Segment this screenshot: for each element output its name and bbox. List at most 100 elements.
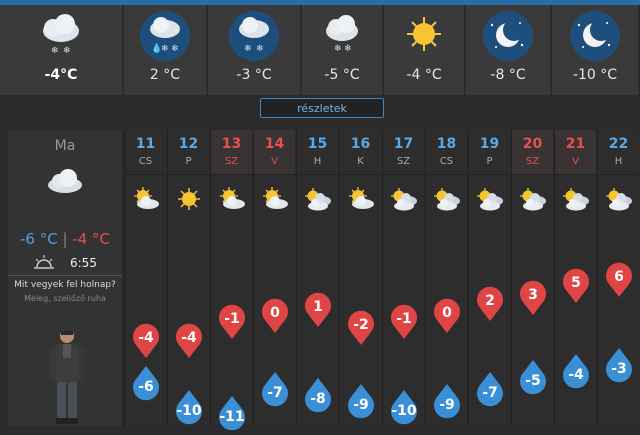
hourly-slot[interactable]: ❄ ❄ -5 °C bbox=[302, 5, 382, 95]
today-min-temp: -6 °C bbox=[19, 230, 58, 248]
day-column[interactable]: 11 CS -4 -6 bbox=[124, 130, 166, 426]
min-temp-drop: -8 bbox=[304, 377, 332, 413]
max-temp-value: -2 bbox=[353, 317, 369, 333]
min-temp-value: -7 bbox=[267, 385, 283, 401]
max-temp-value: -1 bbox=[396, 311, 412, 327]
min-temp-value: -10 bbox=[391, 403, 417, 419]
day-column[interactable]: 18 CS 0 -9 bbox=[425, 130, 467, 426]
max-temp-pin: 3 bbox=[519, 280, 547, 316]
today-temps: -6 °C | -4 °C bbox=[8, 230, 122, 248]
sun-clouds-icon bbox=[391, 188, 417, 211]
sunrise-icon bbox=[34, 255, 54, 269]
details-button[interactable]: részletek bbox=[260, 98, 384, 118]
hourly-temp: -4°C bbox=[44, 67, 78, 83]
hourly-slot[interactable]: 💧 ❄ ❄ 2 °C bbox=[124, 5, 206, 95]
min-temp-drop: -3 bbox=[605, 347, 633, 383]
weekday-abbr: CS bbox=[439, 156, 454, 167]
weekday-abbr: SZ bbox=[525, 156, 540, 167]
day-column[interactable]: 16 K -2 -9 bbox=[339, 130, 381, 426]
day-header: 22 H bbox=[598, 130, 639, 175]
day-number: 21 bbox=[565, 136, 586, 152]
day-column[interactable]: 17 SZ -1 -10 bbox=[382, 130, 424, 426]
day-header: 15 H bbox=[297, 130, 338, 175]
hourly-forecast: ❄ ❄ -4°C 💧 ❄ ❄ 2 °C ❄ ❄ -3 °C ❄ ❄ -5 °C -4 °C… bbox=[0, 5, 640, 95]
max-temp-pin: -4 bbox=[175, 323, 203, 359]
snow-cloud-icon: ❄ ❄ bbox=[229, 11, 279, 61]
day-column[interactable]: 12 P -4 -10 bbox=[167, 130, 209, 426]
day-header: 19 P bbox=[469, 130, 510, 175]
hourly-temp: -10 °C bbox=[572, 67, 618, 83]
hourly-temp: -4 °C bbox=[406, 67, 442, 83]
min-temp-value: -8 bbox=[310, 391, 326, 407]
hourly-slot[interactable]: ❄ ❄ -4°C bbox=[0, 5, 122, 95]
max-temp-pin: 1 bbox=[304, 292, 332, 328]
today-panel[interactable]: Ma -6 °C | -4 °C 6:55 Mit vegyek fel hol… bbox=[8, 130, 122, 426]
day-number: 16 bbox=[350, 136, 371, 152]
min-temp-drop: -5 bbox=[519, 359, 547, 395]
day-column[interactable]: 20 SZ 3 -5 bbox=[511, 130, 553, 426]
hourly-temp: -5 °C bbox=[324, 67, 360, 83]
max-temp-pin: 5 bbox=[562, 268, 590, 304]
min-temp-value: -3 bbox=[611, 361, 627, 377]
svg-text:❄: ❄ bbox=[244, 44, 252, 54]
day-column[interactable]: 13 SZ -1 -11 bbox=[210, 130, 252, 431]
max-temp-value: -4 bbox=[138, 330, 154, 346]
day-header: 13 SZ bbox=[211, 130, 252, 175]
day-column[interactable]: 19 P 2 -7 bbox=[468, 130, 510, 426]
today-label: Ma bbox=[54, 138, 76, 154]
weekday-abbr: CS bbox=[138, 156, 153, 167]
clothing-question: Mit vegyek fel holnap? bbox=[14, 280, 116, 290]
hourly-slot[interactable]: ❄ ❄ -3 °C bbox=[208, 5, 300, 95]
min-temp-drop: -6 bbox=[132, 365, 160, 401]
weekday-abbr: P bbox=[185, 156, 192, 167]
sun-clouds-icon bbox=[305, 188, 331, 211]
day-number: 11 bbox=[135, 136, 156, 152]
day-number: 22 bbox=[608, 136, 629, 152]
max-temp-pin: -1 bbox=[390, 304, 418, 340]
day-number: 14 bbox=[264, 136, 285, 152]
max-temp-pin: 0 bbox=[433, 298, 461, 334]
min-temp-value: -5 bbox=[525, 373, 541, 389]
snow-cloud-icon: ❄ ❄ bbox=[326, 15, 358, 54]
sun-clouds-icon bbox=[434, 188, 460, 211]
weekday-abbr: P bbox=[486, 156, 493, 167]
hourly-slot[interactable]: -4 °C bbox=[384, 5, 464, 95]
daily-forecast: Ma -6 °C | -4 °C 6:55 Mit vegyek fel hol… bbox=[0, 130, 640, 431]
weekday-abbr: SZ bbox=[396, 156, 411, 167]
max-temp-value: -4 bbox=[181, 330, 197, 346]
moon-stars-icon bbox=[483, 11, 533, 61]
today-max-temp: -4 °C bbox=[72, 230, 111, 248]
max-temp-value: -1 bbox=[224, 311, 240, 327]
day-column[interactable]: 15 H 1 -8 bbox=[296, 130, 338, 426]
min-temp-drop: -4 bbox=[562, 353, 590, 389]
hourly-temp: 2 °C bbox=[149, 67, 181, 83]
svg-text:❄: ❄ bbox=[161, 44, 169, 54]
weekday-abbr: V bbox=[572, 156, 579, 167]
min-temp-drop: -10 bbox=[175, 389, 203, 425]
min-temp-value: -9 bbox=[439, 397, 455, 413]
hourly-slot[interactable]: -10 °C bbox=[552, 5, 638, 95]
min-temp-value: -7 bbox=[482, 385, 498, 401]
day-column[interactable]: 14 V 0 -7 bbox=[253, 130, 295, 426]
min-temp-drop: -7 bbox=[261, 371, 289, 407]
day-header: 20 SZ bbox=[512, 130, 553, 175]
max-temp-value: 2 bbox=[485, 293, 495, 309]
sun-icon bbox=[178, 188, 200, 210]
hourly-slot[interactable]: -8 °C bbox=[466, 5, 550, 95]
day-column[interactable]: 21 V 5 -4 bbox=[554, 130, 596, 426]
day-number: 15 bbox=[307, 136, 328, 152]
sunrise-time: 6:55 bbox=[70, 256, 97, 270]
weekday-abbr: H bbox=[313, 156, 322, 167]
max-temp-value: 5 bbox=[571, 275, 581, 291]
min-temp-value: -10 bbox=[176, 403, 202, 419]
svg-text:❄: ❄ bbox=[51, 46, 59, 56]
day-column[interactable]: 22 H 6 -3 bbox=[597, 130, 639, 426]
min-temp-value: -6 bbox=[138, 379, 154, 395]
sun-cloud-icon bbox=[263, 187, 288, 209]
day-header: 16 K bbox=[340, 130, 381, 175]
day-number: 17 bbox=[393, 136, 414, 152]
svg-text:❄: ❄ bbox=[63, 46, 71, 56]
max-temp-value: 0 bbox=[270, 305, 280, 321]
hourly-temp: -3 °C bbox=[236, 67, 272, 83]
svg-text:❄: ❄ bbox=[256, 44, 264, 54]
